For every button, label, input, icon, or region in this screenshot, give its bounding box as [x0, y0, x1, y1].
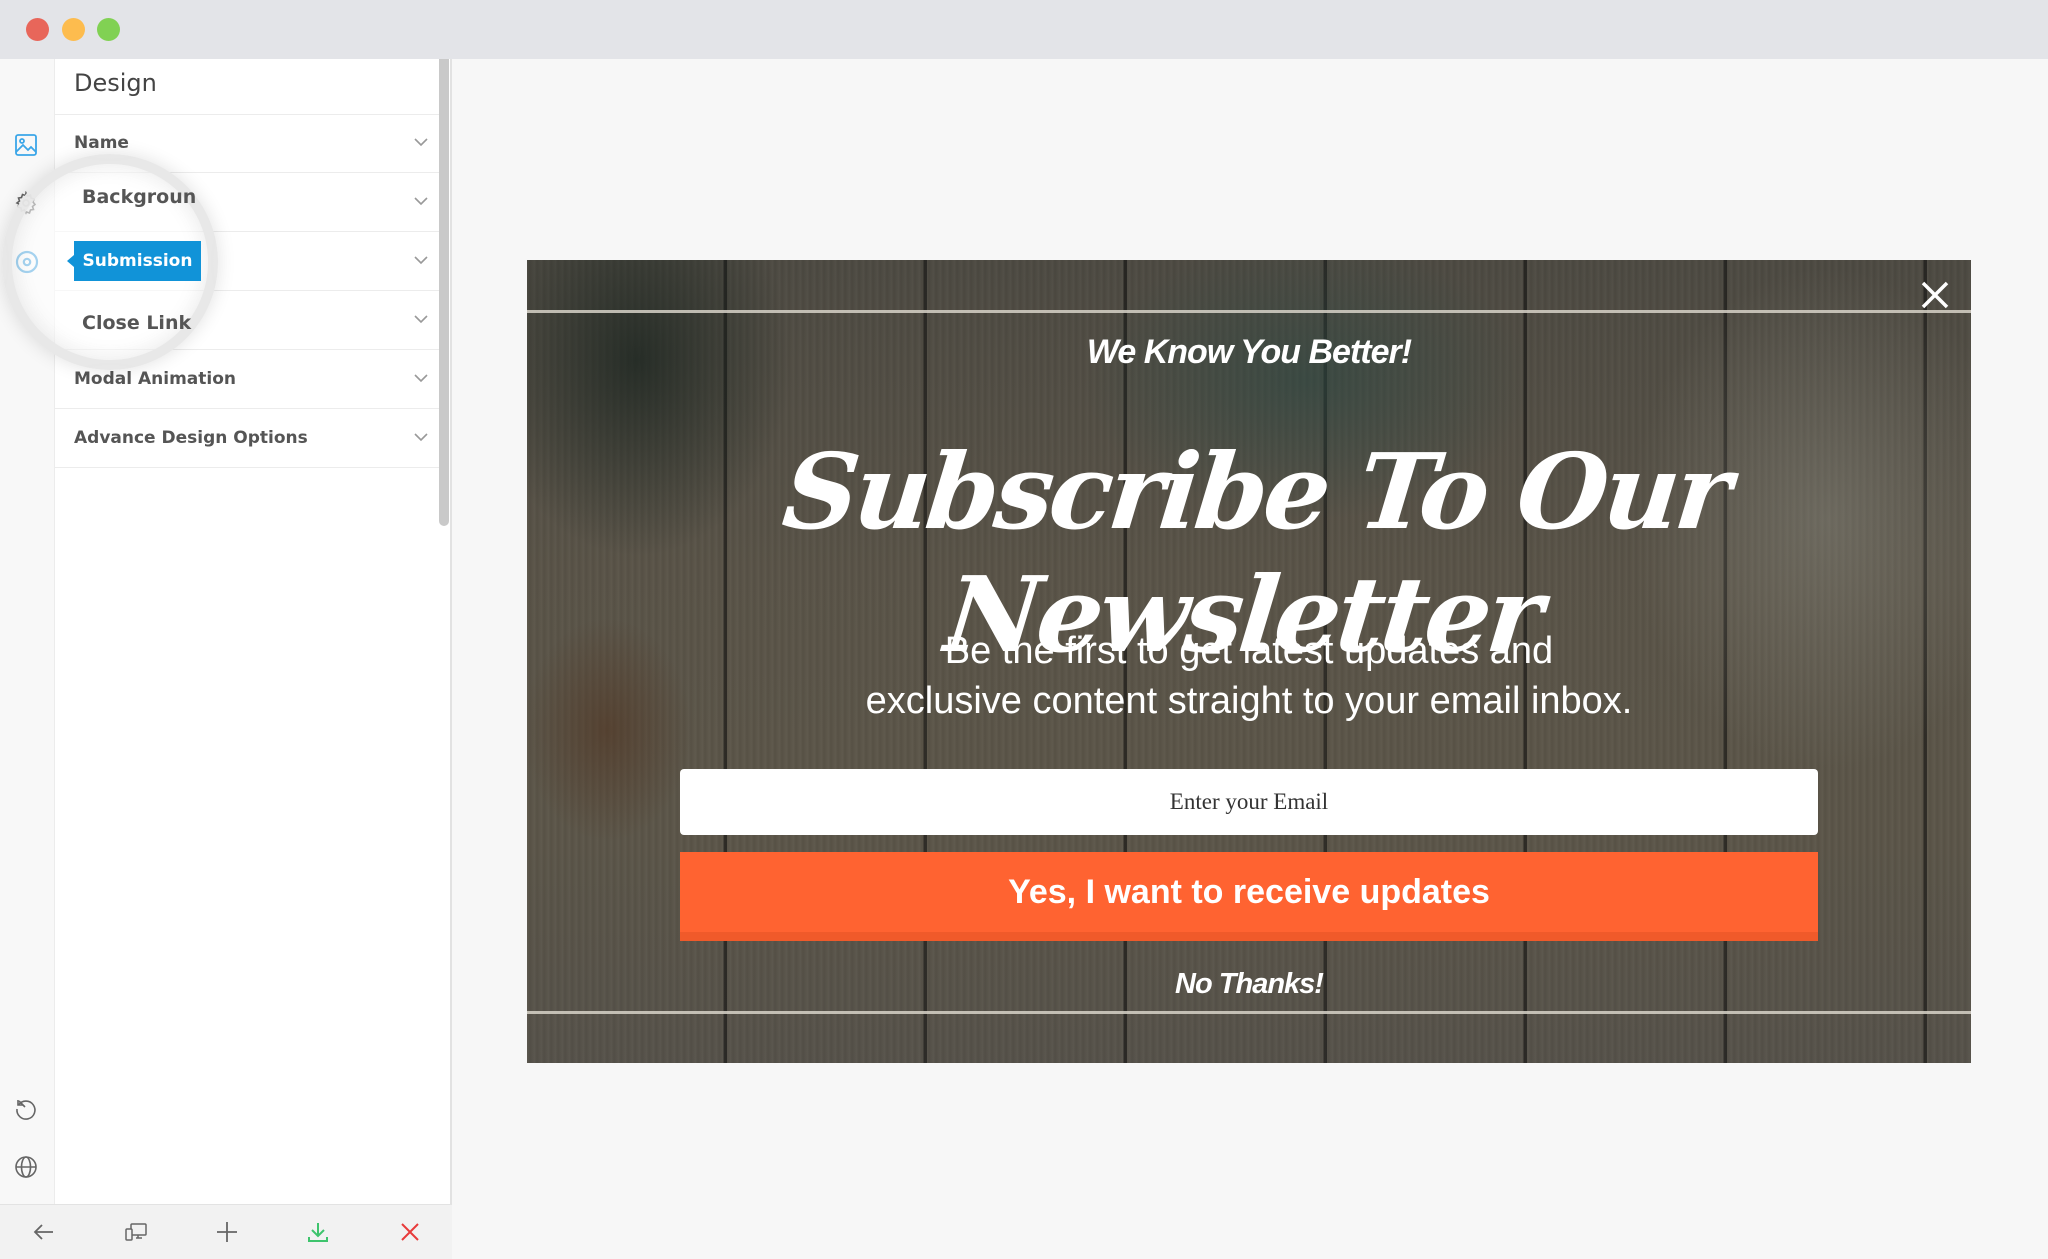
- arrow-left-icon: [33, 1224, 53, 1240]
- accordion-label: Modal Animation: [74, 369, 236, 389]
- add-button[interactable]: [212, 1217, 242, 1247]
- chevron-down-icon: [414, 374, 428, 383]
- image-icon[interactable]: [12, 131, 40, 159]
- close-icon: [401, 1223, 419, 1241]
- download-icon: [308, 1223, 328, 1242]
- window-maximize-button[interactable]: [97, 18, 120, 41]
- popup-subtext: Be the first to get latest updates and e…: [527, 626, 1971, 726]
- popup-bottom-divider: [527, 1011, 1971, 1014]
- plus-icon: [217, 1222, 237, 1242]
- panel-title: Design: [74, 69, 157, 97]
- gear-icon[interactable]: [12, 189, 40, 217]
- subscribe-button[interactable]: Yes, I want to receive updates: [680, 852, 1818, 941]
- popup-close-icon[interactable]: [1920, 280, 1950, 310]
- history-icon[interactable]: [12, 1095, 40, 1123]
- popup-top-divider: [527, 310, 1971, 313]
- chevron-down-icon: [414, 197, 428, 206]
- no-thanks-link[interactable]: No Thanks!: [527, 968, 1971, 1001]
- responsive-preview-button[interactable]: [121, 1217, 151, 1247]
- close-editor-button[interactable]: [395, 1217, 425, 1247]
- window-minimize-button[interactable]: [62, 18, 85, 41]
- window-close-button[interactable]: [26, 18, 49, 41]
- newsletter-popup: We Know You Better! Subscribe To Our New…: [527, 260, 1971, 1063]
- subtext-line-2: exclusive content straight to your email…: [865, 680, 1633, 722]
- bottom-toolbar: [0, 1204, 452, 1259]
- globe-icon[interactable]: [12, 1153, 40, 1181]
- icon-rail: [0, 59, 55, 1204]
- chevron-down-icon: [414, 138, 428, 147]
- panel-scrollbar[interactable]: [439, 59, 449, 526]
- accordion-advance-design-options[interactable]: Advance Design Options: [55, 410, 440, 468]
- design-panel: Design Name Modal Animation Advance Desi…: [55, 59, 452, 1204]
- magnified-close-link-label: Close Link: [82, 312, 192, 334]
- target-icon[interactable]: [13, 248, 41, 276]
- chevron-down-icon: [414, 433, 428, 442]
- back-button[interactable]: [29, 1217, 59, 1247]
- submission-tooltip: Submission: [67, 241, 201, 281]
- email-input[interactable]: [680, 769, 1818, 835]
- popup-tagline: We Know You Better!: [1086, 333, 1412, 371]
- chevron-down-icon: [414, 256, 428, 265]
- accordion-label: Advance Design Options: [74, 428, 308, 448]
- devices-icon: [125, 1223, 147, 1241]
- save-button[interactable]: [303, 1217, 333, 1247]
- window-titlebar: [0, 0, 2048, 59]
- accordion-label: Name: [74, 133, 129, 153]
- chevron-down-icon: [414, 315, 428, 324]
- accordion-name[interactable]: Name: [55, 115, 440, 173]
- accordion-modal-animation[interactable]: Modal Animation: [55, 351, 440, 409]
- subtext-line-1: Be the first to get latest updates and: [944, 630, 1554, 672]
- magnified-background-label: Backgroun: [82, 186, 197, 208]
